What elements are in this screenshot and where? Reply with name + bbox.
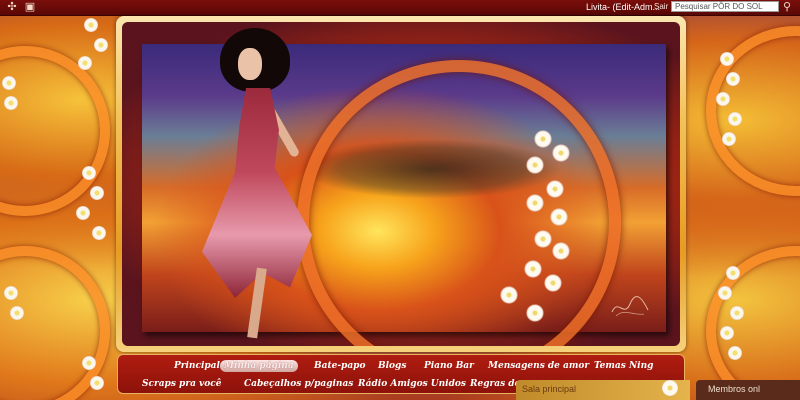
flower-decoration bbox=[726, 72, 740, 86]
nav-item-scraps[interactable]: Scraps pra você bbox=[138, 378, 225, 390]
flower-decoration bbox=[728, 346, 742, 360]
flower-decoration bbox=[10, 306, 24, 320]
left-background-decoration bbox=[0, 16, 116, 400]
flower-decoration bbox=[526, 156, 544, 174]
flower-decoration bbox=[84, 18, 98, 32]
flower-decoration bbox=[716, 92, 730, 106]
flower-decoration bbox=[552, 144, 570, 162]
search-icon[interactable]: ⚲ bbox=[783, 1, 795, 13]
flower-decoration bbox=[4, 286, 18, 300]
user-name-link[interactable]: Livita- (Edit-Adm... bbox=[586, 2, 660, 12]
flower-decoration bbox=[4, 96, 18, 110]
chat-members-label: Membros onl bbox=[708, 384, 761, 394]
nav-item-minha-pagina[interactable]: Minha página bbox=[220, 360, 298, 372]
flower-decoration bbox=[720, 326, 734, 340]
header-banner bbox=[122, 22, 680, 346]
nav-item-radio[interactable]: Rádio Amigos Unidos bbox=[354, 378, 470, 390]
woman-dress bbox=[202, 88, 312, 298]
flower-decoration bbox=[76, 206, 90, 220]
flower-decoration bbox=[92, 226, 106, 240]
flower-decoration bbox=[534, 230, 552, 248]
decor-arc bbox=[706, 246, 800, 400]
nav-item-bate-papo[interactable]: Bate-papo bbox=[310, 360, 369, 372]
flower-decoration bbox=[722, 132, 736, 146]
right-background-decoration bbox=[686, 16, 800, 400]
tools-icon[interactable]: ✣ bbox=[6, 1, 18, 13]
flower-decoration bbox=[78, 56, 92, 70]
flower-decoration bbox=[94, 38, 108, 52]
flower-decoration bbox=[2, 76, 16, 90]
nav-item-temas-ning[interactable]: Temas Ning bbox=[590, 360, 657, 372]
nav-item-mensagens-de-amor[interactable]: Mensagens de amor bbox=[484, 360, 593, 372]
logout-link[interactable]: Sair bbox=[654, 2, 668, 11]
woman-figure bbox=[172, 28, 332, 339]
chat-bar: Sala principal Membros onl bbox=[516, 380, 800, 400]
flower-decoration bbox=[662, 380, 678, 396]
flower-decoration bbox=[544, 274, 562, 292]
decor-arc bbox=[706, 26, 800, 196]
flower-decoration bbox=[500, 286, 518, 304]
flower-decoration bbox=[534, 130, 552, 148]
chat-members-tab[interactable]: Membros onl bbox=[696, 380, 800, 400]
nav-item-principal[interactable]: Principal bbox=[170, 360, 224, 372]
flower-decoration bbox=[82, 166, 96, 180]
nav-item-blogs[interactable]: Blogs bbox=[374, 360, 410, 372]
chat-main-room-label: Sala principal bbox=[522, 384, 577, 394]
flower-decoration bbox=[546, 180, 564, 198]
top-bar: ✣ ▣ Livita- (Edit-Adm... Sair Pesquisar … bbox=[0, 0, 800, 16]
flower-decoration bbox=[526, 194, 544, 212]
flower-decoration bbox=[728, 112, 742, 126]
flower-decoration bbox=[550, 208, 568, 226]
flower-decoration bbox=[90, 376, 104, 390]
woman-face bbox=[238, 48, 262, 80]
flower-decoration bbox=[718, 286, 732, 300]
search-input[interactable]: Pesquisar PÔR DO SOL bbox=[671, 1, 779, 12]
header-banner-frame bbox=[116, 16, 686, 352]
flower-decoration bbox=[526, 304, 544, 322]
flower-decoration bbox=[552, 242, 570, 260]
nav-item-piano-bar[interactable]: Piano Bar bbox=[420, 360, 478, 372]
signature-mark bbox=[611, 296, 649, 317]
flower-decoration bbox=[720, 52, 734, 66]
flower-decoration bbox=[90, 186, 104, 200]
flower-decoration bbox=[726, 266, 740, 280]
window-icon[interactable]: ▣ bbox=[24, 1, 36, 13]
flower-decoration bbox=[82, 356, 96, 370]
flower-decoration bbox=[730, 306, 744, 320]
nav-item-cabecalhos[interactable]: Cabeçalhos p/paginas bbox=[240, 378, 357, 390]
flower-decoration bbox=[524, 260, 542, 278]
